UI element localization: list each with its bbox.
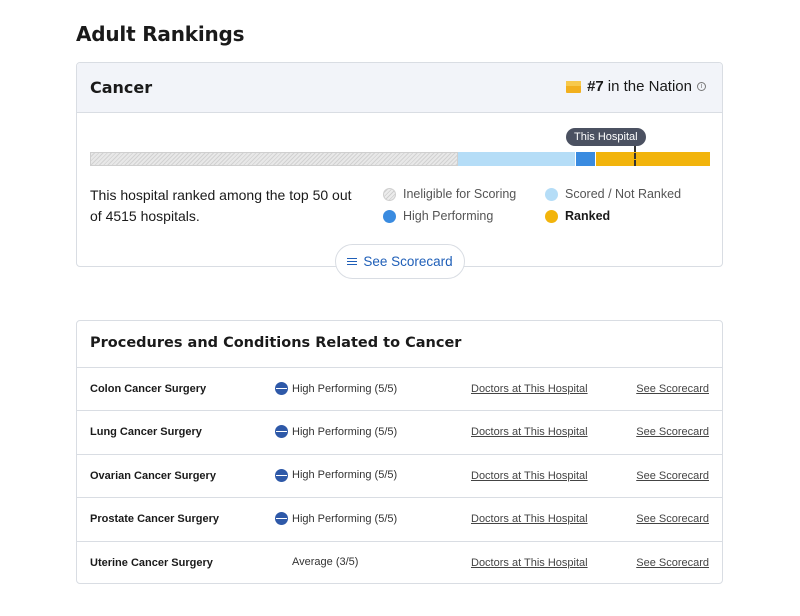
rating-label: High Performing (5/5)	[292, 512, 398, 525]
table-row: Colon Cancer Surgery High Performing (5/…	[77, 368, 722, 412]
procedures-title: Procedures and Conditions Related to Can…	[90, 335, 462, 351]
scored-dot-icon	[545, 187, 558, 201]
rating-label: Average (3/5)	[292, 556, 359, 569]
info-icon[interactable]: i	[697, 82, 706, 91]
doctors-link[interactable]: Doctors at This Hospital	[471, 470, 588, 482]
procedure-rating: High Performing (5/5)	[275, 512, 398, 526]
nation-rank-number: #7	[587, 78, 604, 95]
table-row: Prostate Cancer Surgery High Performing …	[77, 498, 722, 542]
list-icon	[347, 257, 358, 266]
specialty-card-header: Cancer #7 in the Nation i	[77, 63, 722, 113]
see-scorecard-link[interactable]: See Scorecard	[636, 426, 709, 438]
ineligible-dot-icon	[383, 187, 396, 201]
specialty-title: Cancer	[90, 78, 153, 97]
table-row: Uterine Cancer Surgery Average (3/5) Doc…	[77, 542, 722, 585]
nation-rank-label: in the Nation	[607, 78, 692, 95]
rating-label: High Performing (5/5)	[292, 425, 398, 438]
ranked-dot-icon	[545, 209, 558, 223]
procedure-rating: Average (3/5)	[275, 556, 358, 569]
ranking-distribution-bar	[90, 152, 710, 166]
see-scorecard-button[interactable]: See Scorecard	[335, 244, 465, 279]
specialty-ranking-card: Cancer #7 in the Nation i This Hospital …	[76, 62, 723, 279]
bar-segment-ineligible	[90, 152, 459, 166]
see-scorecard-link[interactable]: See Scorecard	[636, 513, 709, 525]
doctors-link[interactable]: Doctors at This Hospital	[471, 557, 588, 569]
ranking-description: This hospital ranked among the top 50 ou…	[90, 187, 352, 224]
legend-label: Scored / Not Ranked	[565, 187, 682, 201]
bar-segment-scored	[458, 152, 576, 166]
rating-icon-placeholder	[275, 556, 288, 569]
procedures-card-header: Procedures and Conditions Related to Can…	[77, 321, 722, 368]
procedure-rating: High Performing (5/5)	[275, 425, 398, 439]
procedure-rating: High Performing (5/5)	[275, 468, 398, 482]
doctors-link[interactable]: Doctors at This Hospital	[471, 383, 588, 395]
table-row: Ovarian Cancer Surgery High Performing (…	[77, 455, 722, 499]
rating-label: High Performing (5/5)	[292, 469, 398, 482]
see-scorecard-link[interactable]: See Scorecard	[636, 470, 709, 482]
ribbon-badge-icon	[566, 80, 582, 93]
this-hospital-marker-label: This Hospital	[566, 128, 646, 146]
high-performing-icon	[275, 512, 288, 526]
legend-item-ranked: Ranked	[545, 209, 610, 223]
legend-item-scored: Scored / Not Ranked	[545, 187, 681, 201]
rating-label: High Performing (5/5)	[292, 382, 398, 395]
legend-label: Ineligible for Scoring	[403, 187, 517, 201]
legend-item-ineligible: Ineligible for Scoring	[383, 187, 516, 201]
procedures-card: Procedures and Conditions Related to Can…	[76, 320, 723, 584]
procedure-name: Ovarian Cancer Surgery	[90, 469, 216, 482]
page-title: Adult Rankings	[76, 22, 245, 46]
high-performing-icon	[275, 382, 288, 395]
high-performing-icon	[275, 425, 288, 439]
procedure-name: Prostate Cancer Surgery	[90, 513, 219, 526]
doctors-link[interactable]: Doctors at This Hospital	[471, 426, 588, 438]
bar-segment-high-performing	[576, 152, 596, 166]
high-performing-dot-icon	[383, 209, 396, 223]
legend-label: Ranked	[565, 209, 611, 223]
nation-rank: #7 in the Nation i	[566, 78, 706, 95]
procedure-name: Uterine Cancer Surgery	[90, 556, 213, 569]
this-hospital-marker-line	[634, 146, 636, 166]
procedure-rating: High Performing (5/5)	[275, 382, 397, 395]
high-performing-icon	[275, 468, 288, 482]
see-scorecard-link[interactable]: See Scorecard	[636, 383, 709, 395]
see-scorecard-label: See Scorecard	[363, 254, 453, 269]
legend-item-high-performing: High Performing	[383, 209, 493, 223]
doctors-link[interactable]: Doctors at This Hospital	[471, 513, 588, 525]
procedure-name: Colon Cancer Surgery	[90, 383, 207, 395]
legend-label: High Performing	[403, 209, 494, 223]
procedure-name: Lung Cancer Surgery	[90, 426, 202, 439]
bar-segment-ranked	[596, 152, 710, 166]
table-row: Lung Cancer Surgery High Performing (5/5…	[77, 411, 722, 455]
see-scorecard-link[interactable]: See Scorecard	[636, 557, 709, 569]
